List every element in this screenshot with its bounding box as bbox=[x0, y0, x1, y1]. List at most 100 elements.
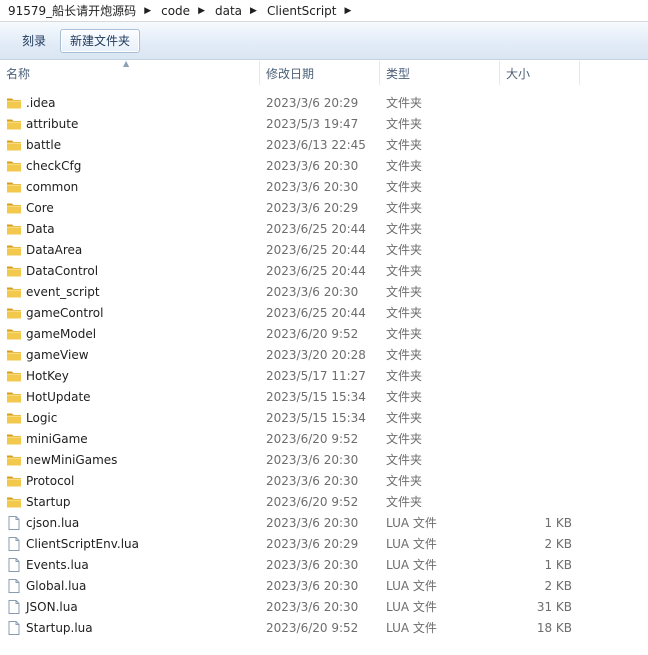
column-header-name-label: 名称 bbox=[6, 66, 31, 81]
breadcrumb-item-clientscript[interactable]: ClientScript bbox=[265, 4, 339, 18]
file-date: 2023/5/3 19:47 bbox=[266, 116, 359, 131]
column-header-type[interactable]: 类型 bbox=[380, 61, 500, 85]
file-name-cell[interactable]: miniGame bbox=[0, 431, 260, 447]
file-date: 2023/6/20 9:52 bbox=[266, 494, 359, 509]
file-name-cell[interactable]: Logic bbox=[0, 410, 260, 426]
file-name-cell[interactable]: DataControl bbox=[0, 263, 260, 279]
file-name-cell[interactable]: Startup.lua bbox=[0, 620, 260, 636]
file-date: 2023/6/25 20:44 bbox=[266, 263, 366, 278]
file-row[interactable]: DataControl 2023/6/25 20:44 文件夹 bbox=[0, 260, 648, 281]
file-date: 2023/6/20 9:52 bbox=[266, 326, 359, 341]
breadcrumb-item-code[interactable]: code bbox=[159, 4, 192, 18]
file-type: 文件夹 bbox=[386, 474, 423, 488]
sort-ascending-icon: ▲ bbox=[123, 59, 130, 68]
file-row[interactable]: HotKey 2023/5/17 11:27 文件夹 bbox=[0, 365, 648, 386]
file-name: Data bbox=[26, 221, 55, 236]
file-name-cell[interactable]: gameControl bbox=[0, 305, 260, 321]
file-name-cell[interactable]: Data bbox=[0, 221, 260, 237]
folder-icon bbox=[6, 242, 22, 258]
file-row[interactable]: Events.lua 2023/3/6 20:30 LUA 文件 1 KB bbox=[0, 554, 648, 575]
file-type: LUA 文件 bbox=[386, 600, 437, 614]
file-name: battle bbox=[26, 137, 62, 152]
file-row[interactable]: attribute 2023/5/3 19:47 文件夹 bbox=[0, 113, 648, 134]
file-row[interactable]: gameControl 2023/6/25 20:44 文件夹 bbox=[0, 302, 648, 323]
file-name-cell[interactable]: Events.lua bbox=[0, 557, 260, 573]
file-row[interactable]: gameModel 2023/6/20 9:52 文件夹 bbox=[0, 323, 648, 344]
file-icon bbox=[6, 557, 22, 573]
file-size: 1 KB bbox=[544, 557, 572, 572]
file-row[interactable]: JSON.lua 2023/3/6 20:30 LUA 文件 31 KB bbox=[0, 596, 648, 617]
chevron-right-icon[interactable]: ▶ bbox=[138, 6, 159, 16]
file-row[interactable]: Protocol 2023/3/6 20:30 文件夹 bbox=[0, 470, 648, 491]
file-date: 2023/3/6 20:30 bbox=[266, 158, 359, 173]
file-name-cell[interactable]: checkCfg bbox=[0, 158, 260, 174]
file-row[interactable]: Data 2023/6/25 20:44 文件夹 bbox=[0, 218, 648, 239]
file-row[interactable]: cjson.lua 2023/3/6 20:30 LUA 文件 1 KB bbox=[0, 512, 648, 533]
address-bar[interactable]: 91579_船长请开炮源码 ▶ code ▶ data ▶ ClientScri… bbox=[0, 0, 648, 22]
file-row[interactable]: checkCfg 2023/3/6 20:30 文件夹 bbox=[0, 155, 648, 176]
breadcrumb-item-data[interactable]: data bbox=[213, 4, 244, 18]
file-icon bbox=[6, 620, 22, 636]
folder-icon bbox=[6, 179, 22, 195]
breadcrumb-item-root[interactable]: 91579_船长请开炮源码 bbox=[6, 2, 138, 19]
file-date: 2023/6/25 20:44 bbox=[266, 305, 366, 320]
file-name-cell[interactable]: gameModel bbox=[0, 326, 260, 342]
column-header-size[interactable]: 大小 bbox=[500, 61, 580, 85]
column-header-date[interactable]: 修改日期 bbox=[260, 61, 380, 85]
file-row[interactable]: .idea 2023/3/6 20:29 文件夹 bbox=[0, 92, 648, 113]
file-row[interactable]: Global.lua 2023/3/6 20:30 LUA 文件 2 KB bbox=[0, 575, 648, 596]
file-row[interactable]: newMiniGames 2023/3/6 20:30 文件夹 bbox=[0, 449, 648, 470]
file-row[interactable]: Startup 2023/6/20 9:52 文件夹 bbox=[0, 491, 648, 512]
column-header-name[interactable]: 名称 ▲ bbox=[0, 59, 260, 85]
file-name: ClientScriptEnv.lua bbox=[26, 536, 140, 551]
file-name-cell[interactable]: cjson.lua bbox=[0, 515, 260, 531]
file-name-cell[interactable]: HotUpdate bbox=[0, 389, 260, 405]
file-name-cell[interactable]: ClientScriptEnv.lua bbox=[0, 536, 260, 552]
chevron-right-icon[interactable]: ▶ bbox=[192, 6, 213, 16]
file-name-cell[interactable]: DataArea bbox=[0, 242, 260, 258]
file-type: 文件夹 bbox=[386, 453, 423, 467]
file-name-cell[interactable]: .idea bbox=[0, 95, 260, 111]
file-name: attribute bbox=[26, 116, 79, 131]
file-date: 2023/3/6 20:30 bbox=[266, 179, 359, 194]
file-row[interactable]: Core 2023/3/6 20:29 文件夹 bbox=[0, 197, 648, 218]
folder-icon bbox=[6, 137, 22, 153]
file-type: 文件夹 bbox=[386, 390, 423, 404]
file-name-cell[interactable]: JSON.lua bbox=[0, 599, 260, 615]
burn-button[interactable]: 刻录 bbox=[12, 29, 56, 53]
column-header-type-label: 类型 bbox=[386, 66, 411, 81]
file-name: gameModel bbox=[26, 326, 97, 341]
file-row[interactable]: Logic 2023/5/15 15:34 文件夹 bbox=[0, 407, 648, 428]
file-row[interactable]: HotUpdate 2023/5/15 15:34 文件夹 bbox=[0, 386, 648, 407]
file-name-cell[interactable]: event_script bbox=[0, 284, 260, 300]
file-name-cell[interactable]: newMiniGames bbox=[0, 452, 260, 468]
file-row[interactable]: event_script 2023/3/6 20:30 文件夹 bbox=[0, 281, 648, 302]
file-row[interactable]: battle 2023/6/13 22:45 文件夹 bbox=[0, 134, 648, 155]
file-name-cell[interactable]: Core bbox=[0, 200, 260, 216]
file-row[interactable]: Startup.lua 2023/6/20 9:52 LUA 文件 18 KB bbox=[0, 617, 648, 638]
file-name: HotKey bbox=[26, 368, 69, 383]
file-row[interactable]: ClientScriptEnv.lua 2023/3/6 20:29 LUA 文件 2… bbox=[0, 533, 648, 554]
file-name-cell[interactable]: attribute bbox=[0, 116, 260, 132]
chevron-right-icon[interactable]: ▶ bbox=[338, 6, 359, 16]
file-icon bbox=[6, 578, 22, 594]
file-row[interactable]: common 2023/3/6 20:30 文件夹 bbox=[0, 176, 648, 197]
file-name-cell[interactable]: battle bbox=[0, 137, 260, 153]
file-name-cell[interactable]: gameView bbox=[0, 347, 260, 363]
file-name: gameControl bbox=[26, 305, 104, 320]
folder-icon bbox=[6, 410, 22, 426]
file-name-cell[interactable]: Startup bbox=[0, 494, 260, 510]
file-row[interactable]: miniGame 2023/6/20 9:52 文件夹 bbox=[0, 428, 648, 449]
file-name: cjson.lua bbox=[26, 515, 80, 530]
chevron-right-icon[interactable]: ▶ bbox=[244, 6, 265, 16]
file-size: 2 KB bbox=[544, 536, 572, 551]
file-name-cell[interactable]: Protocol bbox=[0, 473, 260, 489]
new-folder-button[interactable]: 新建文件夹 bbox=[60, 28, 141, 53]
file-name-cell[interactable]: common bbox=[0, 179, 260, 195]
file-name-cell[interactable]: HotKey bbox=[0, 368, 260, 384]
file-date: 2023/6/20 9:52 bbox=[266, 431, 359, 446]
file-name-cell[interactable]: Global.lua bbox=[0, 578, 260, 594]
toolbar: 刻录 新建文件夹 bbox=[0, 22, 648, 60]
file-row[interactable]: DataArea 2023/6/25 20:44 文件夹 bbox=[0, 239, 648, 260]
file-row[interactable]: gameView 2023/3/20 20:28 文件夹 bbox=[0, 344, 648, 365]
